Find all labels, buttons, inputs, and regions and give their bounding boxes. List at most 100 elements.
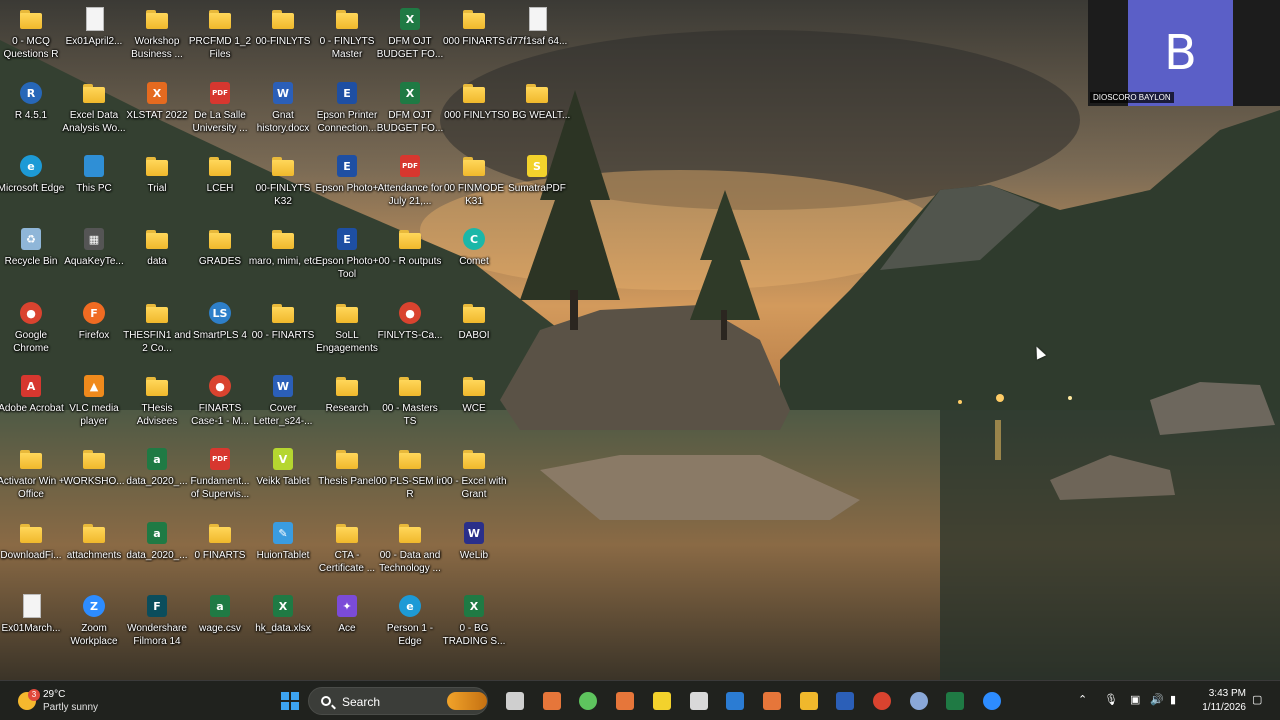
desktop-shortcut[interactable]: 00 PLS-SEM in R [376,440,444,508]
desktop-shortcut[interactable]: X DFM OJT BUDGET FO... [377,0,443,68]
desktop-shortcut[interactable]: Excel Data Analysis Wo... [62,74,126,142]
desktop-shortcut[interactable]: 000 FINLYTS [443,74,505,142]
desktop-shortcut[interactable]: Workshop Business ... [126,0,188,68]
desktop-shortcut[interactable]: E Epson Printer Connection... [316,74,378,142]
desktop-shortcut[interactable]: maro, mimi, etc [249,220,317,288]
taskbar-pinned-app[interactable] [942,689,968,713]
network-icon[interactable]: ▣ [1130,693,1140,706]
desktop-shortcut[interactable]: 00 - Excel with Grant [441,440,507,508]
desktop-shortcut[interactable]: ● FINARTS Case-1 - M... [189,367,251,435]
taskbar-pinned-app[interactable] [575,689,601,713]
desktop-shortcut[interactable]: Ex01April2... [63,0,125,68]
desktop-shortcut[interactable]: a data_2020_... [126,440,188,508]
desktop-shortcut[interactable]: Z Zoom Workplace [63,587,125,655]
desktop-shortcut[interactable]: W Cover Letter_s24-... [252,367,314,435]
desktop-shortcut[interactable]: THesis Advisees [126,367,188,435]
desktop-shortcut[interactable]: Activator Win + Office [0,440,65,508]
desktop-shortcut[interactable]: WCE [443,367,505,435]
desktop-shortcut[interactable]: PDF Attendance for July 21,... [377,147,443,215]
desktop-shortcut[interactable]: Xhk_data.xlsx [252,587,314,655]
desktop-shortcut[interactable]: F Firefox [63,294,125,362]
desktop-shortcut[interactable]: ● Google Chrome [0,294,62,362]
taskbar-pinned-app[interactable] [869,689,895,713]
desktop-shortcut[interactable]: ▲ VLC media player [63,367,125,435]
desktop-shortcut[interactable]: 00 FINMODE K31 [443,147,505,215]
desktop-shortcut[interactable]: attachments [63,514,125,582]
taskbar-pinned-app[interactable] [979,689,1005,713]
taskbar-pinned-app[interactable] [759,689,785,713]
desktop-shortcut[interactable]: e Microsoft Edge [0,147,64,215]
system-clock[interactable]: 3:43 PM 1/11/2026 [1194,687,1246,715]
desktop-shortcut[interactable]: e Person 1 - Edge [379,587,441,655]
taskbar-pinned-app[interactable] [832,689,858,713]
desktop-shortcut[interactable]: X 0 - BG TRADING S... [443,587,505,655]
desktop-shortcut[interactable]: 00-FINLYTS [252,0,314,68]
desktop-shortcut[interactable]: R R 4.5.1 [0,74,62,142]
start-button[interactable] [277,689,303,713]
desktop-shortcut[interactable]: Trial [126,147,188,215]
video-call-participant-tile[interactable]: B DIOSCORO BAYLON [1088,0,1280,106]
desktop-shortcut[interactable]: ♻ Recycle Bin [0,220,62,288]
desktop-shortcut[interactable]: 0 - MCQ Questions R [0,0,62,68]
desktop-shortcut[interactable]: E Epson Photo+ Tool [315,220,379,288]
desktop-shortcut[interactable]: Research [316,367,378,435]
weather-widget[interactable]: 3 29°C Partly sunny [16,686,126,716]
taskbar-pinned-app[interactable] [722,689,748,713]
desktop-shortcut[interactable]: 00 - Data and Technology ... [379,514,441,582]
desktop-shortcut[interactable]: 00 - R outputs [379,220,441,288]
desktop-shortcut[interactable]: 0 - FINLYTS Master [316,0,378,68]
desktop-shortcut[interactable]: 0 FINARTS [189,514,251,582]
desktop-shortcut[interactable]: PRCFMD 1_2 Files [189,0,251,68]
desktop-shortcut[interactable]: A Adobe Acrobat [0,367,64,435]
desktop-shortcut[interactable]: 000 FINARTS [443,0,505,68]
desktop-shortcut[interactable]: X DFM OJT BUDGET FO... [377,74,443,142]
desktop-shortcut[interactable]: CTA - Certificate ... [316,514,378,582]
volume-icon[interactable]: 🔊 [1150,693,1164,706]
desktop-shortcut[interactable]: V Veikk Tablet [252,440,314,508]
desktop-shortcut[interactable]: 00-FINLYTS K32 [252,147,314,215]
notifications-icon[interactable]: ▢ [1252,693,1262,706]
desktop-shortcut[interactable]: ▦ AquaKeyTe... [63,220,125,288]
taskbar-pinned-app[interactable] [539,689,565,713]
desktop-shortcut[interactable]: GRADES [189,220,251,288]
desktop-shortcut[interactable]: E Epson Photo+ [315,147,379,215]
desktop-shortcut[interactable]: a wage.csv [189,587,251,655]
desktop-shortcut[interactable]: Thesis Panel [316,440,378,508]
desktop-shortcut[interactable]: LS SmartPLS 4 [189,294,251,362]
desktop-shortcut[interactable]: DABOI [443,294,505,362]
desktop-shortcut[interactable]: PDF Fundament... of Supervis... [189,440,251,508]
desktop-shortcut[interactable]: PDF De La Salle University ... [189,74,251,142]
taskbar-pinned-app[interactable] [502,689,528,713]
desktop-shortcut[interactable]: 00 - Masters TS [379,367,441,435]
desktop-shortcut[interactable]: W Gnat history.docx [252,74,314,142]
desktop-shortcut[interactable]: C Comet [443,220,505,288]
show-hidden-icons-chevron-icon[interactable]: ⌃ [1078,693,1087,706]
desktop-shortcut[interactable]: ✦ Ace [316,587,378,655]
desktop-shortcut[interactable]: 0 BG WEALT... [504,74,570,142]
desktop-shortcut[interactable]: ✎ HuionTablet [252,514,314,582]
desktop-shortcut[interactable]: This PC [63,147,125,215]
desktop-shortcut[interactable]: 00 - FINARTS [252,294,314,362]
taskbar-pinned-app[interactable] [649,689,675,713]
taskbar-pinned-app[interactable] [612,689,638,713]
desktop-shortcut[interactable]: ● FINLYTS-Ca... [378,294,442,362]
desktop-shortcut[interactable]: THESFIN1 and 2 Co... [123,294,191,362]
desktop-shortcut[interactable]: a data_2020_... [126,514,188,582]
desktop-shortcut[interactable]: X XLSTAT 2022 [126,74,188,142]
microphone-icon[interactable]: 🎙 [1104,693,1118,706]
desktop-shortcut[interactable]: DownloadFi... [0,514,62,582]
desktop-shortcut[interactable]: LCEH [189,147,251,215]
desktop-shortcut[interactable]: S SumatraPDF [506,147,568,215]
desktop-shortcut[interactable]: F Wondershare Filmora 14 [126,587,188,655]
desktop-shortcut[interactable]: data [126,220,188,288]
desktop-shortcut[interactable]: W WeLib [443,514,505,582]
desktop-shortcut[interactable]: d77f1saf 64... [506,0,568,68]
taskbar-pinned-app[interactable] [686,689,712,713]
desktop-shortcut[interactable]: SoLL Engagements [316,294,378,362]
battery-icon[interactable]: ▮ [1170,693,1176,706]
desktop-shortcut[interactable]: Ex01March... [0,587,62,655]
taskbar-pinned-app[interactable] [796,689,822,713]
taskbar-pinned-app[interactable] [906,689,932,713]
taskbar-search-box[interactable]: Search [308,687,488,715]
desktop-shortcut[interactable]: WORKSHO... [63,440,125,508]
